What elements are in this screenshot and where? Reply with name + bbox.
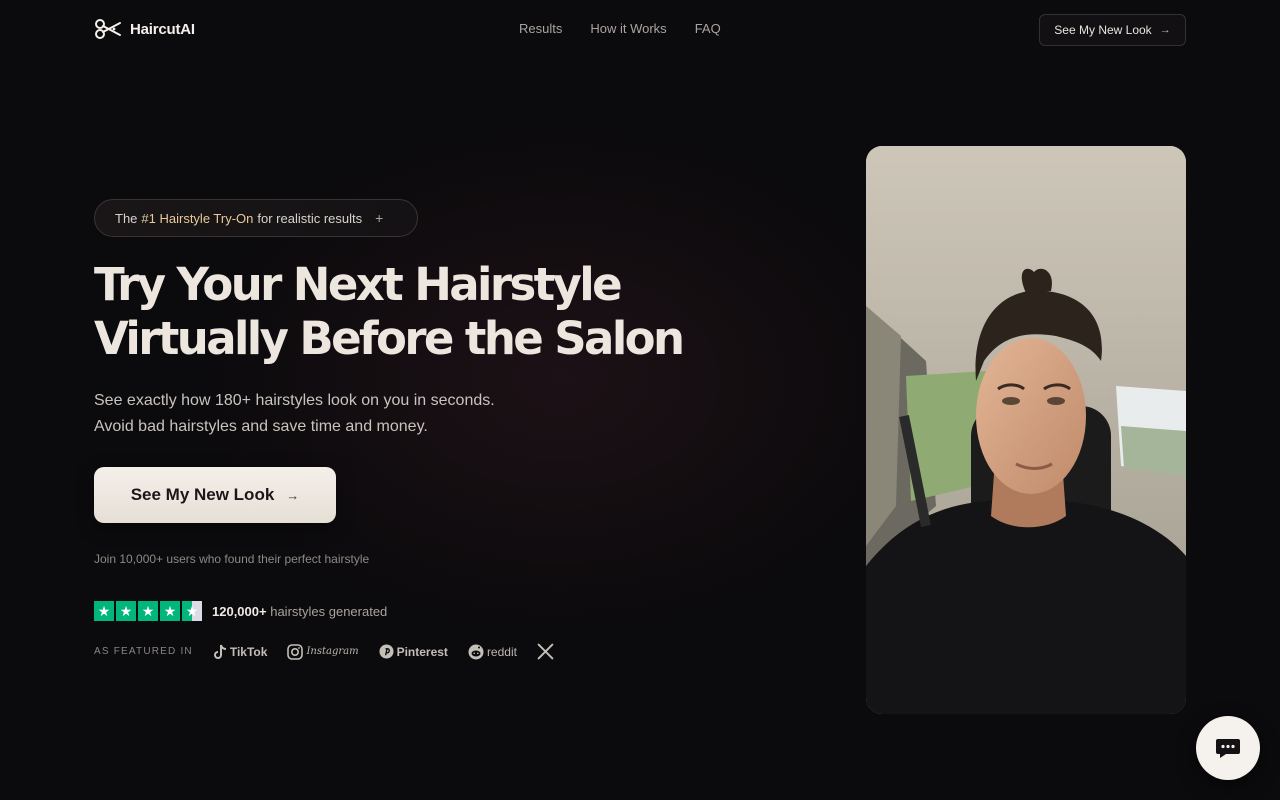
- subheadline-line-2: Avoid bad hairstyles and save time and m…: [94, 418, 428, 435]
- badge-suffix: for realistic results: [257, 210, 363, 226]
- tiktok-icon: [213, 644, 226, 659]
- nav-link-faq[interactable]: FAQ: [695, 21, 721, 36]
- nav-links: Results How it Works FAQ: [519, 21, 721, 36]
- hero-see-my-new-look-button[interactable]: See My New Look →: [94, 467, 336, 523]
- arrow-right-icon: →: [1159, 24, 1171, 36]
- featured-in-row: AS FEATURED IN TikTok Instagram Pinteres…: [94, 643, 574, 660]
- scissors-icon: [95, 19, 121, 39]
- star-icon: ★: [116, 601, 136, 621]
- tiktok-logo[interactable]: TikTok: [213, 644, 268, 660]
- example-hairstyle-photo: [866, 146, 1186, 714]
- social-proof-text: Join 10,000+ users who found their perfe…: [94, 552, 370, 566]
- rating-label: hairstyles generated: [270, 603, 388, 619]
- nav-link-how-it-works[interactable]: How it Works: [590, 21, 666, 36]
- x-icon: [537, 643, 554, 660]
- badge-prefix: The: [115, 210, 138, 226]
- nav-link-results[interactable]: Results: [519, 21, 562, 36]
- chat-bubble-icon: [1216, 739, 1240, 758]
- brand-name: HaircutAI: [130, 20, 195, 38]
- reddit-label: reddit: [486, 644, 517, 659]
- plus-icon: +: [375, 210, 384, 226]
- subheadline-line-1: See exactly how 180+ hairstyles look on …: [94, 392, 495, 409]
- instagram-logo[interactable]: Instagram: [287, 643, 359, 660]
- rating-row: ★ ★ ★ ★ ★ 120,000+ hairstyles generated: [94, 601, 387, 621]
- arrow-right-icon: →: [286, 487, 300, 503]
- rating-text: 120,000+ hairstyles generated: [212, 604, 387, 619]
- instagram-label: Instagram: [306, 646, 359, 657]
- reddit-logo[interactable]: reddit: [468, 644, 517, 660]
- pinterest-label: Pinterest: [396, 644, 448, 659]
- featured-label: AS FEATURED IN: [94, 646, 193, 657]
- top-navigation: HaircutAI Results How it Works FAQ See M…: [0, 0, 1280, 60]
- star-icon: ★: [160, 601, 180, 621]
- nav-see-my-new-look-button[interactable]: See My New Look →: [1039, 14, 1186, 46]
- tiktok-label: TikTok: [229, 644, 268, 659]
- hero-subheadline: See exactly how 180+ hairstyles look on …: [94, 388, 554, 440]
- instagram-icon: [287, 643, 304, 660]
- chat-widget-button[interactable]: [1196, 716, 1260, 780]
- brand-logo[interactable]: HaircutAI: [94, 18, 195, 40]
- half-star-icon: ★: [182, 601, 202, 621]
- pinterest-icon: [379, 644, 394, 659]
- hero-badge[interactable]: The #1 Hairstyle Try-On for realistic re…: [94, 199, 418, 237]
- headline-line-2: Virtually Before the Salon: [94, 312, 685, 365]
- headline-line-1: Try Your Next Hairstyle: [94, 258, 623, 311]
- hero-cta-label: See My New Look: [130, 485, 275, 504]
- star-icon: ★: [94, 601, 114, 621]
- rating-count: 120,000+: [212, 603, 267, 619]
- reddit-icon: [468, 644, 484, 659]
- nav-cta-label: See My New Look: [1054, 23, 1152, 37]
- star-rating: ★ ★ ★ ★ ★: [94, 601, 202, 621]
- x-logo[interactable]: [537, 643, 554, 660]
- pinterest-logo[interactable]: Pinterest: [379, 644, 448, 659]
- star-icon: ★: [138, 601, 158, 621]
- badge-highlight: #1 Hairstyle Try-On: [141, 210, 254, 226]
- person-selfie-illustration: [866, 146, 1186, 714]
- hero-headline: Try Your Next Hairstyle Virtually Before…: [94, 258, 734, 366]
